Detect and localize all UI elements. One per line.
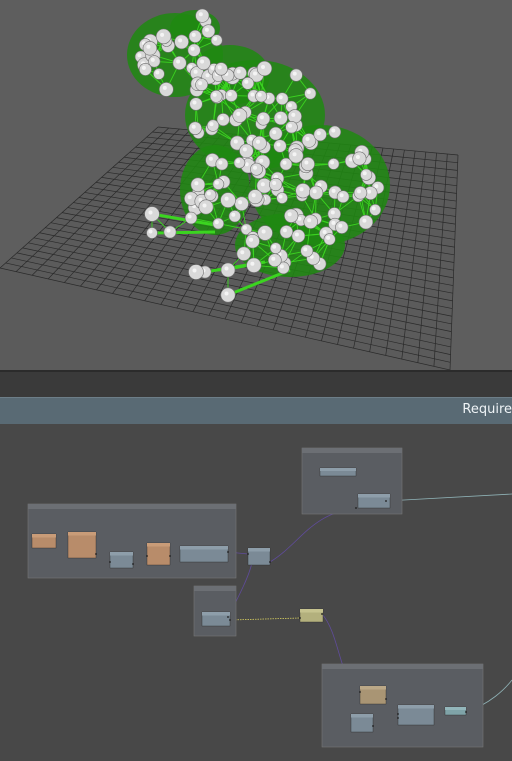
node[interactable] xyxy=(444,706,467,716)
wire xyxy=(269,507,357,563)
node-frame[interactable] xyxy=(321,663,484,748)
node[interactable] xyxy=(350,713,374,733)
node[interactable] xyxy=(201,611,231,627)
node[interactable] xyxy=(146,542,171,566)
node[interactable] xyxy=(109,551,134,569)
wire xyxy=(385,493,512,502)
node[interactable] xyxy=(359,685,387,705)
node[interactable] xyxy=(31,533,57,549)
node[interactable] xyxy=(319,467,357,477)
wire xyxy=(229,617,301,621)
node-frame[interactable] xyxy=(193,585,237,637)
3d-viewport[interactable] xyxy=(0,0,512,370)
node-frame[interactable] xyxy=(301,447,403,515)
node-graph-header: Require xyxy=(0,397,512,424)
node[interactable] xyxy=(179,545,229,563)
node[interactable] xyxy=(397,704,435,726)
panel-splitter[interactable] xyxy=(0,370,512,397)
node-graph-editor[interactable] xyxy=(0,424,512,761)
node[interactable] xyxy=(67,531,97,559)
viewport-canvas[interactable] xyxy=(0,0,512,370)
node-graph-canvas[interactable] xyxy=(0,424,512,761)
graph-header-title: Require xyxy=(462,402,512,417)
node-frame[interactable] xyxy=(27,503,237,579)
node[interactable] xyxy=(247,547,271,566)
node[interactable] xyxy=(299,608,324,623)
